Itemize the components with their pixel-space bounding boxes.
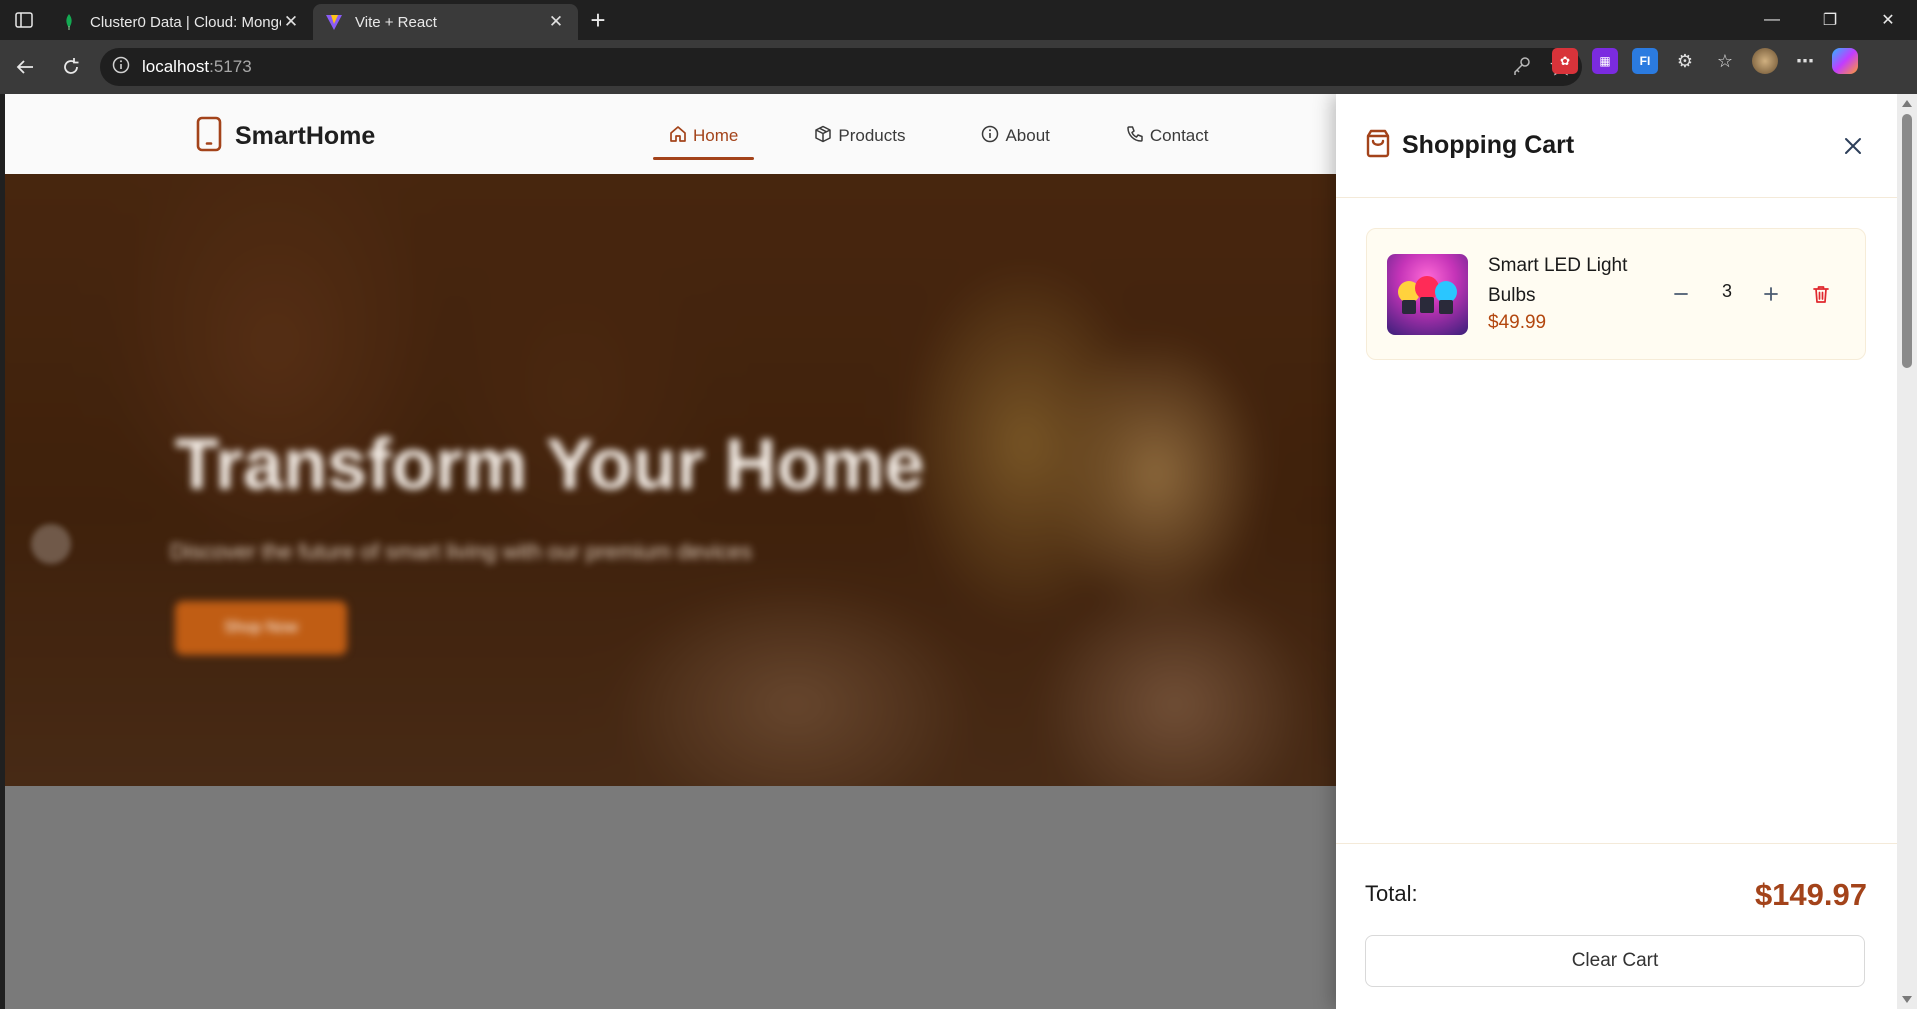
extension-red-icon[interactable]: ✿ — [1552, 48, 1578, 74]
minimize-icon[interactable]: — — [1743, 0, 1801, 40]
page-viewport: SmartHome Home Products About Contact Tr… — [5, 94, 1897, 1009]
carousel-prev-button[interactable] — [31, 524, 71, 564]
main-nav: Home Products About Contact — [653, 118, 1268, 160]
nav-label: Products — [838, 126, 906, 145]
browser-tab-vite[interactable]: Vite + React ✕ — [313, 4, 578, 40]
info-icon — [981, 125, 999, 148]
profile-avatar[interactable] — [1752, 48, 1778, 74]
increase-quantity-button[interactable] — [1757, 280, 1785, 308]
nav-home[interactable]: Home — [653, 118, 755, 160]
tab-title: Cluster0 Data | Cloud: MongoDB Cloud — [90, 13, 281, 31]
extension-fi-icon[interactable]: FI — [1632, 48, 1658, 74]
nav-contact[interactable]: Contact — [1110, 118, 1225, 154]
remove-item-button[interactable] — [1807, 280, 1835, 308]
cart-item: Smart LED Light Bulbs $49.99 3 — [1366, 228, 1866, 360]
browser-tab-mongodb[interactable]: Cluster0 Data | Cloud: MongoDB Cloud ✕ — [48, 4, 313, 40]
clear-cart-button[interactable]: Clear Cart — [1365, 935, 1865, 987]
close-tab-icon[interactable]: ✕ — [281, 12, 301, 32]
browser-toolbar: localhost:5173 ✿ ▦ FI ⚙ ☆ ⋯ — [0, 40, 1917, 94]
phone-icon — [1126, 125, 1144, 148]
cart-footer: Total: $149.97 Clear Cart — [1336, 843, 1897, 1009]
extensions-puzzle-icon[interactable]: ⚙ — [1672, 48, 1698, 74]
favorites-icon[interactable]: ☆ — [1712, 48, 1738, 74]
nav-label: About — [1005, 126, 1050, 145]
back-icon[interactable] — [2, 47, 48, 87]
restore-icon[interactable]: ❐ — [1801, 0, 1859, 40]
extensions-area: ✿ ▦ FI ⚙ ☆ ⋯ — [1552, 48, 1858, 74]
site-logo[interactable]: SmartHome — [195, 116, 375, 157]
scroll-down-arrow-icon[interactable] — [1902, 996, 1912, 1003]
address-bar[interactable]: localhost:5173 — [100, 48, 1582, 86]
product-name: Smart LED Light Bulbs — [1488, 255, 1628, 306]
minus-icon — [1674, 293, 1688, 295]
shopping-bag-icon — [1364, 128, 1392, 163]
hero-cta-button[interactable]: Shop Now — [175, 601, 347, 655]
product-thumbnail — [1387, 254, 1468, 335]
tab-title: Vite + React — [355, 13, 437, 31]
scrollbar-thumb[interactable] — [1902, 114, 1912, 368]
site-info-icon[interactable] — [112, 56, 130, 79]
hero-title: Transform Your Home — [175, 425, 925, 505]
hero-subtitle: Discover the future of smart living with… — [170, 539, 752, 564]
close-cart-button[interactable] — [1837, 130, 1869, 162]
reload-icon[interactable] — [48, 47, 94, 87]
browser-tab-bar: Cluster0 Data | Cloud: MongoDB Cloud ✕ V… — [0, 0, 1917, 40]
decrease-quantity-button[interactable] — [1667, 280, 1695, 308]
close-icon — [1845, 137, 1861, 154]
extension-grid-icon[interactable]: ▦ — [1592, 48, 1618, 74]
sidebar-toggle-icon[interactable] — [0, 0, 48, 40]
close-tab-icon[interactable]: ✕ — [546, 12, 566, 32]
nav-label: Home — [693, 126, 739, 145]
home-icon — [669, 125, 687, 148]
shopping-cart-drawer: Shopping Cart Smart LED Light Bulbs $49.… — [1336, 94, 1897, 1009]
page-scrollbar[interactable] — [1897, 94, 1917, 1009]
nav-about[interactable]: About — [965, 118, 1065, 154]
quantity-value: 3 — [1721, 281, 1732, 301]
new-tab-button[interactable]: + — [578, 0, 618, 40]
cart-title: Shopping Cart — [1402, 131, 1575, 159]
more-menu-icon[interactable]: ⋯ — [1792, 48, 1818, 74]
window-controls: — ❐ ✕ — [1743, 0, 1917, 40]
trash-icon — [1813, 286, 1829, 303]
key-icon[interactable] — [1512, 55, 1532, 82]
window-close-icon[interactable]: ✕ — [1859, 0, 1917, 40]
url-text: localhost:5173 — [142, 57, 252, 76]
plus-icon — [1764, 287, 1778, 301]
total-label: Total: — [1365, 881, 1418, 906]
nav-products[interactable]: Products — [798, 118, 921, 154]
nav-label: Contact — [1149, 126, 1209, 145]
vite-icon — [325, 13, 343, 31]
brand-name: SmartHome — [235, 122, 376, 150]
scroll-up-arrow-icon[interactable] — [1902, 100, 1912, 107]
mongodb-leaf-icon — [60, 13, 78, 31]
product-price: $49.99 — [1488, 312, 1547, 333]
smartphone-icon — [195, 116, 223, 157]
box-icon — [814, 125, 832, 148]
copilot-icon[interactable] — [1832, 48, 1858, 74]
cart-header: Shopping Cart — [1336, 94, 1897, 198]
total-value: $149.97 — [1754, 877, 1867, 912]
